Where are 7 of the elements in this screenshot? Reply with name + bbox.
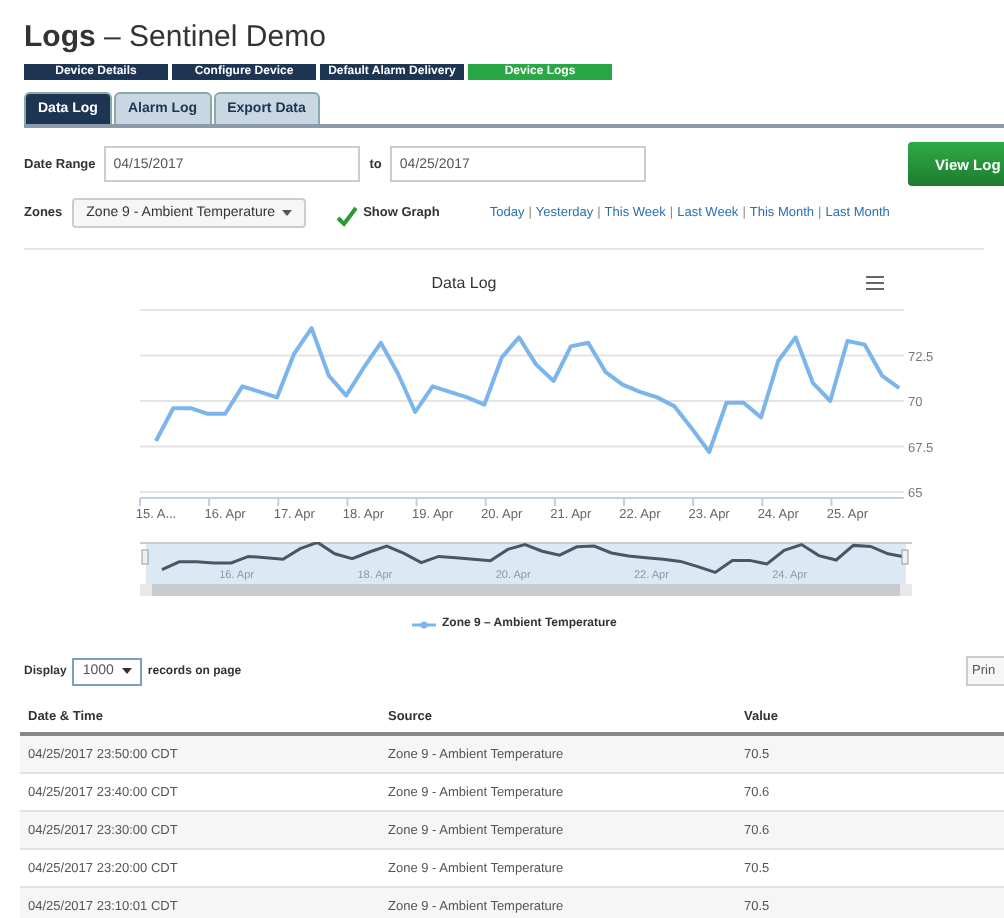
legend-line-icon bbox=[412, 619, 436, 629]
caret-icon bbox=[121, 668, 132, 674]
menu-icon[interactable] bbox=[866, 276, 884, 290]
chart-title: Data Log bbox=[431, 273, 497, 291]
caret-icon bbox=[281, 210, 292, 216]
show-graph-checkbox[interactable] bbox=[335, 202, 358, 224]
page-title: Logs – Sentinel Demo bbox=[24, 20, 328, 56]
